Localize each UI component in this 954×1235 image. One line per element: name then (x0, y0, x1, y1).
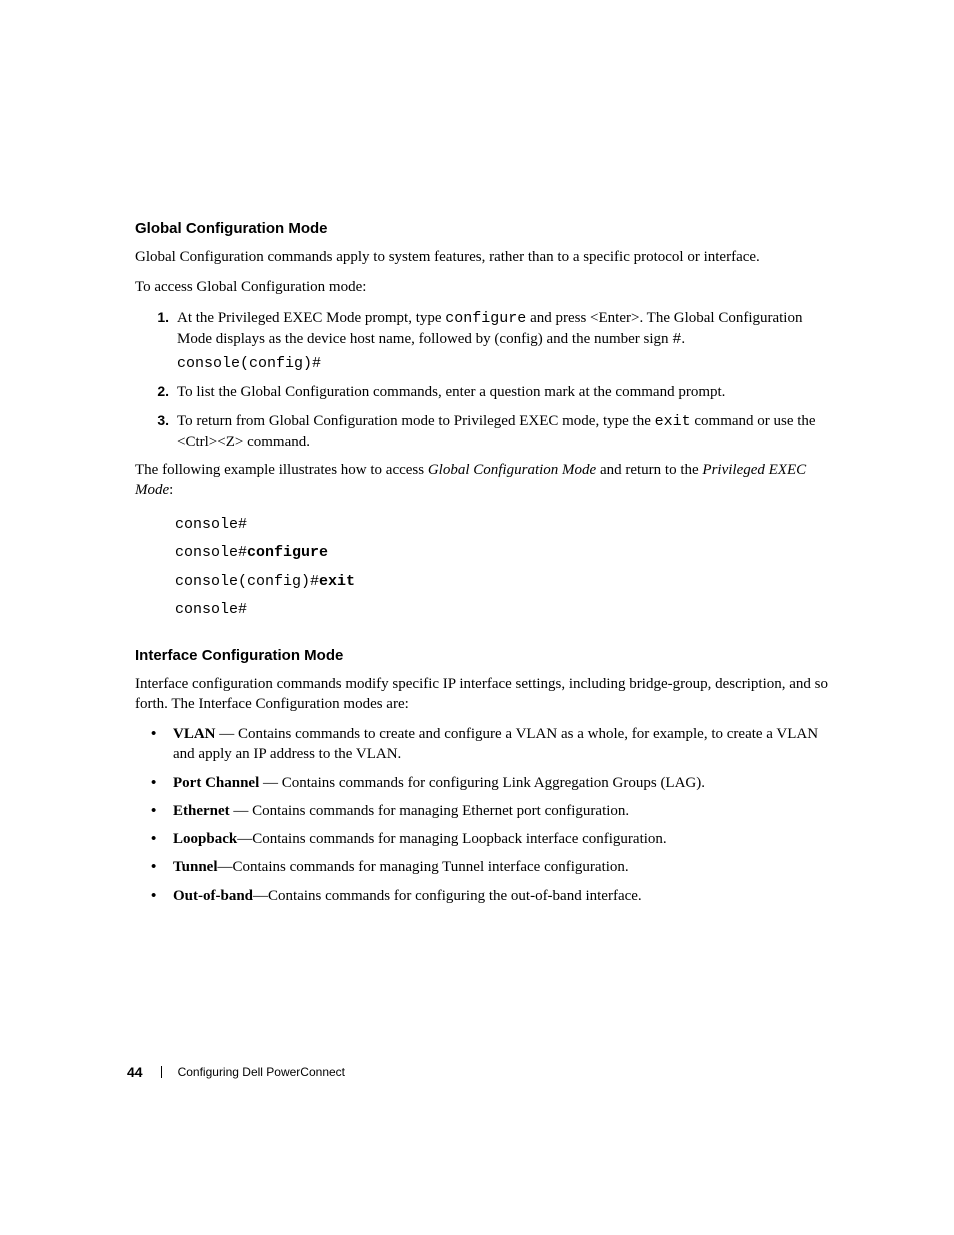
code-inline: exit (655, 413, 691, 430)
bullet-icon: • (151, 801, 173, 821)
list-item: • Out-of-band—Contains commands for conf… (135, 886, 834, 906)
code-inline: # (672, 331, 681, 348)
page-content: Global Configuration Mode Global Configu… (0, 0, 954, 906)
paragraph: Interface configuration commands modify … (135, 674, 834, 715)
page-number: 44 (127, 1064, 143, 1080)
section-global-config: Global Configuration Mode Global Configu… (135, 220, 834, 625)
step-number: 2. (141, 382, 177, 402)
list-item: • Tunnel—Contains commands for managing … (135, 857, 834, 877)
code-block: console# console#configure console(confi… (175, 511, 834, 625)
bullet-icon: • (151, 829, 173, 849)
bullet-icon: • (151, 773, 173, 793)
code-line: console#configure (175, 539, 834, 568)
paragraph: Global Configuration commands apply to s… (135, 247, 834, 267)
italic-text: Global Configuration Mode (428, 462, 596, 478)
bullet-icon: • (151, 724, 173, 765)
code-line: console# (175, 596, 834, 625)
ordered-steps: 1. At the Privileged EXEC Mode prompt, t… (135, 308, 834, 453)
footer-title: Configuring Dell PowerConnect (178, 1065, 345, 1079)
list-item: • VLAN — Contains commands to create and… (135, 724, 834, 765)
list-item: • Port Channel — Contains commands for c… (135, 773, 834, 793)
bullet-icon: • (151, 886, 173, 906)
bullet-icon: • (151, 857, 173, 877)
step-number: 3. (141, 411, 177, 453)
step-item: 1. At the Privileged EXEC Mode prompt, t… (135, 308, 834, 375)
code-line: console# (175, 511, 834, 540)
step-item: 3. To return from Global Configuration m… (135, 411, 834, 453)
code-line: console(config)# (177, 354, 834, 374)
step-text: To list the Global Configuration command… (177, 382, 834, 402)
heading-interface-config: Interface Configuration Mode (135, 647, 834, 664)
step-item: 2. To list the Global Configuration comm… (135, 382, 834, 402)
step-text: At the Privileged EXEC Mode prompt, type… (177, 308, 834, 375)
page-footer: 44 Configuring Dell PowerConnect (127, 1064, 345, 1080)
paragraph: The following example illustrates how to… (135, 460, 834, 501)
footer-separator (161, 1066, 162, 1078)
bullet-list: • VLAN — Contains commands to create and… (135, 724, 834, 906)
list-item: • Ethernet — Contains commands for manag… (135, 801, 834, 821)
code-line: console(config)#exit (175, 568, 834, 597)
step-text: To return from Global Configuration mode… (177, 411, 834, 453)
code-inline: configure (445, 310, 526, 327)
section-interface-config: Interface Configuration Mode Interface c… (135, 647, 834, 906)
heading-global-config: Global Configuration Mode (135, 220, 834, 237)
paragraph: To access Global Configuration mode: (135, 277, 834, 297)
step-number: 1. (141, 308, 177, 375)
list-item: • Loopback—Contains commands for managin… (135, 829, 834, 849)
